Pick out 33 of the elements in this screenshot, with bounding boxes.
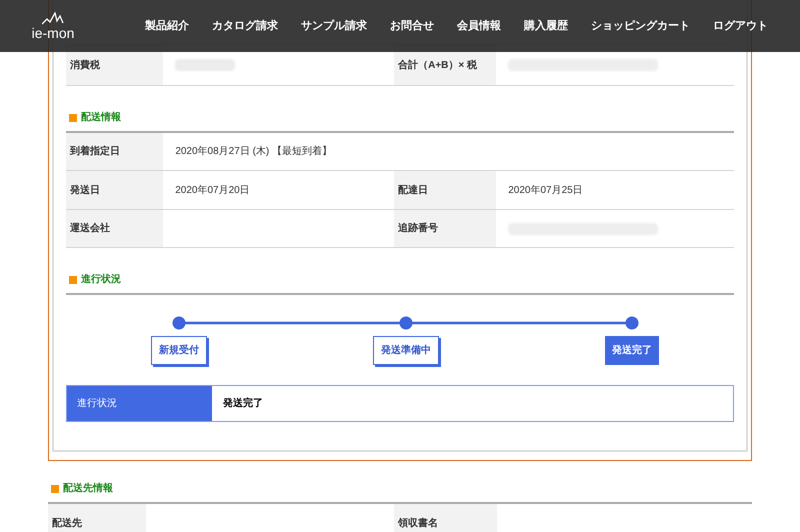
label-cell: 発送日 [66,171,164,209]
square-bullet-icon [51,484,59,492]
square-bullet-icon [69,276,77,284]
nav-link[interactable]: 製品紹介 [145,18,189,34]
square-bullet-icon [69,114,77,122]
label-cell: 到着指定日 [66,133,164,170]
label-cell: 配送先 [48,504,146,532]
label-cell: 運送会社 [66,210,164,247]
status-label-cell: 進行状況 [67,386,212,421]
nav-link[interactable]: サンプル請求 [301,18,367,34]
nav-link[interactable]: ログアウト [713,18,768,34]
nav-link[interactable]: ショッピングカート [591,18,690,34]
progress-step: 発送完了 [605,336,659,365]
step-dot [172,316,186,330]
logo-text[interactable]: ie-mon [32,26,74,40]
nav-link[interactable]: カタログ請求 [212,18,278,34]
label-cell: 領収書名 [394,504,497,532]
progress-step: 新規受付 [151,336,207,365]
section-heading: 配送情報 [81,110,121,125]
value-cell-text: 2020年07月20日 [174,184,251,198]
value-cell-text: 2020年07月25日 [507,184,584,198]
nav-link[interactable]: お問合せ [390,18,434,34]
label-cell: 配達日 [394,171,496,209]
nav-link[interactable]: 購入履歴 [524,18,568,34]
step-dot [400,316,412,330]
label-cell: 追跡番号 [394,210,496,247]
pulse-logo-icon [42,12,64,26]
step-dot [626,316,638,330]
nav-link[interactable]: 会員情報 [457,18,501,34]
progress-step: 発送準備中 [373,336,439,365]
section-heading: 配送先情報 [63,482,113,496]
section-heading: 進行状況 [81,272,121,287]
value-cell-text: 2020年08月27日 (木) 【最短到着】 [174,144,334,159]
